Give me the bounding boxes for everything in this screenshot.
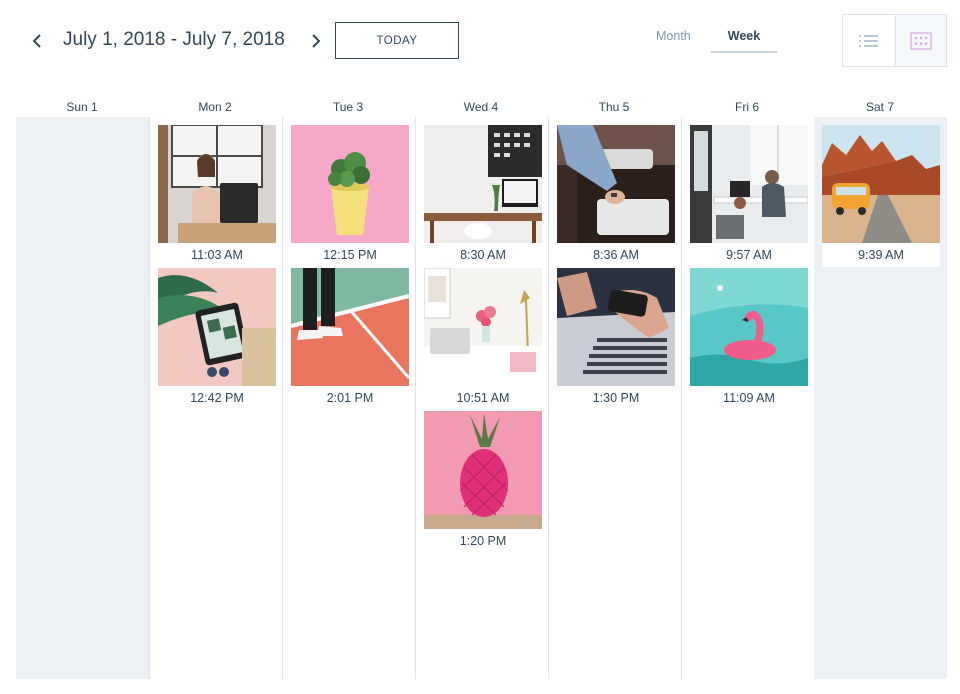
scheduled-post[interactable]: 12:42 PM xyxy=(158,268,276,410)
post-time: 1:20 PM xyxy=(459,534,507,548)
post-time: 11:03 AM xyxy=(191,248,243,262)
post-thumbnail[interactable] xyxy=(424,125,542,243)
post-thumbnail[interactable] xyxy=(424,411,542,529)
day-header-2: Mon 2 xyxy=(198,100,232,114)
tab-week[interactable]: Week xyxy=(711,29,777,53)
today-button[interactable]: TODAY xyxy=(335,22,459,59)
day-column[interactable]: 12:15 PM 2:01 PM xyxy=(282,117,415,679)
grid-view-button[interactable] xyxy=(894,15,946,66)
post-time: 12:15 PM xyxy=(323,248,377,262)
post-time: 2:01 PM xyxy=(326,391,374,405)
chevron-left-icon xyxy=(32,34,41,48)
calendar-header: July 1, 2018 - July 7, 2018 TODAY Month … xyxy=(0,0,960,90)
day-column[interactable]: 8:30 AM 10:51 AM 1:20 PM xyxy=(415,117,548,679)
day-column[interactable]: 9:57 AM 11:09 AM xyxy=(681,117,814,679)
list-view-icon xyxy=(858,34,878,47)
day-header-7: Sat 7 xyxy=(865,100,895,114)
previous-week-button[interactable] xyxy=(27,28,47,54)
scheduled-post[interactable]: 1:20 PM xyxy=(424,411,542,553)
post-time: 12:42 PM xyxy=(190,391,244,405)
day-header-5: Thu 5 xyxy=(598,100,630,114)
post-time: 8:36 AM xyxy=(593,248,639,262)
day-column[interactable]: 9:39 AM xyxy=(814,117,947,679)
scheduled-post[interactable]: 2:01 PM xyxy=(291,268,409,410)
scheduled-post[interactable]: 8:30 AM xyxy=(424,125,542,267)
day-header-3: Tue 3 xyxy=(332,100,364,114)
next-week-button[interactable] xyxy=(306,28,326,54)
post-time: 10:51 AM xyxy=(456,391,510,405)
day-header-4: Wed 4 xyxy=(463,100,499,114)
scheduled-post[interactable]: 9:39 AM xyxy=(822,125,940,267)
layout-toggle xyxy=(842,14,947,67)
post-thumbnail[interactable] xyxy=(557,125,675,243)
scheduled-post[interactable]: 1:30 PM xyxy=(557,268,675,410)
day-column[interactable]: 11:03 AM 12:42 PM xyxy=(149,117,282,679)
tab-month[interactable]: Month xyxy=(656,29,691,43)
scheduled-post[interactable]: 12:15 PM xyxy=(291,125,409,267)
post-thumbnail[interactable] xyxy=(424,268,542,386)
scheduled-post[interactable]: 11:09 AM xyxy=(690,268,808,410)
post-thumbnail[interactable] xyxy=(158,125,276,243)
post-time: 11:09 AM xyxy=(723,391,775,405)
post-thumbnail[interactable] xyxy=(158,268,276,386)
date-range-title: July 1, 2018 - July 7, 2018 xyxy=(63,29,285,50)
post-thumbnail[interactable] xyxy=(822,125,940,243)
scheduled-post[interactable]: 10:51 AM xyxy=(424,268,542,410)
post-time: 9:57 AM xyxy=(726,248,772,262)
day-column[interactable]: 8:36 AM 1:30 PM xyxy=(548,117,681,679)
post-thumbnail[interactable] xyxy=(690,268,808,386)
list-view-button[interactable] xyxy=(843,15,895,66)
scheduled-post[interactable]: 8:36 AM xyxy=(557,125,675,267)
post-time: 1:30 PM xyxy=(592,391,640,405)
scheduled-post[interactable]: 9:57 AM xyxy=(690,125,808,267)
grid-view-icon xyxy=(910,31,932,50)
post-thumbnail[interactable] xyxy=(557,268,675,386)
day-column[interactable] xyxy=(16,117,149,679)
scheduled-post[interactable]: 11:03 AM xyxy=(158,125,276,267)
post-thumbnail[interactable] xyxy=(690,125,808,243)
post-time: 9:39 AM xyxy=(858,248,904,262)
post-thumbnail[interactable] xyxy=(291,268,409,386)
post-time: 8:30 AM xyxy=(460,248,506,262)
chevron-right-icon xyxy=(312,34,321,48)
post-thumbnail[interactable] xyxy=(291,125,409,243)
week-grid: 11:03 AM 12:42 PM 12:15 PM 2:01 PM 8:30 AM 10… xyxy=(16,117,947,679)
day-header-1: Sun 1 xyxy=(66,100,98,114)
day-header-6: Fri 6 xyxy=(735,100,759,114)
